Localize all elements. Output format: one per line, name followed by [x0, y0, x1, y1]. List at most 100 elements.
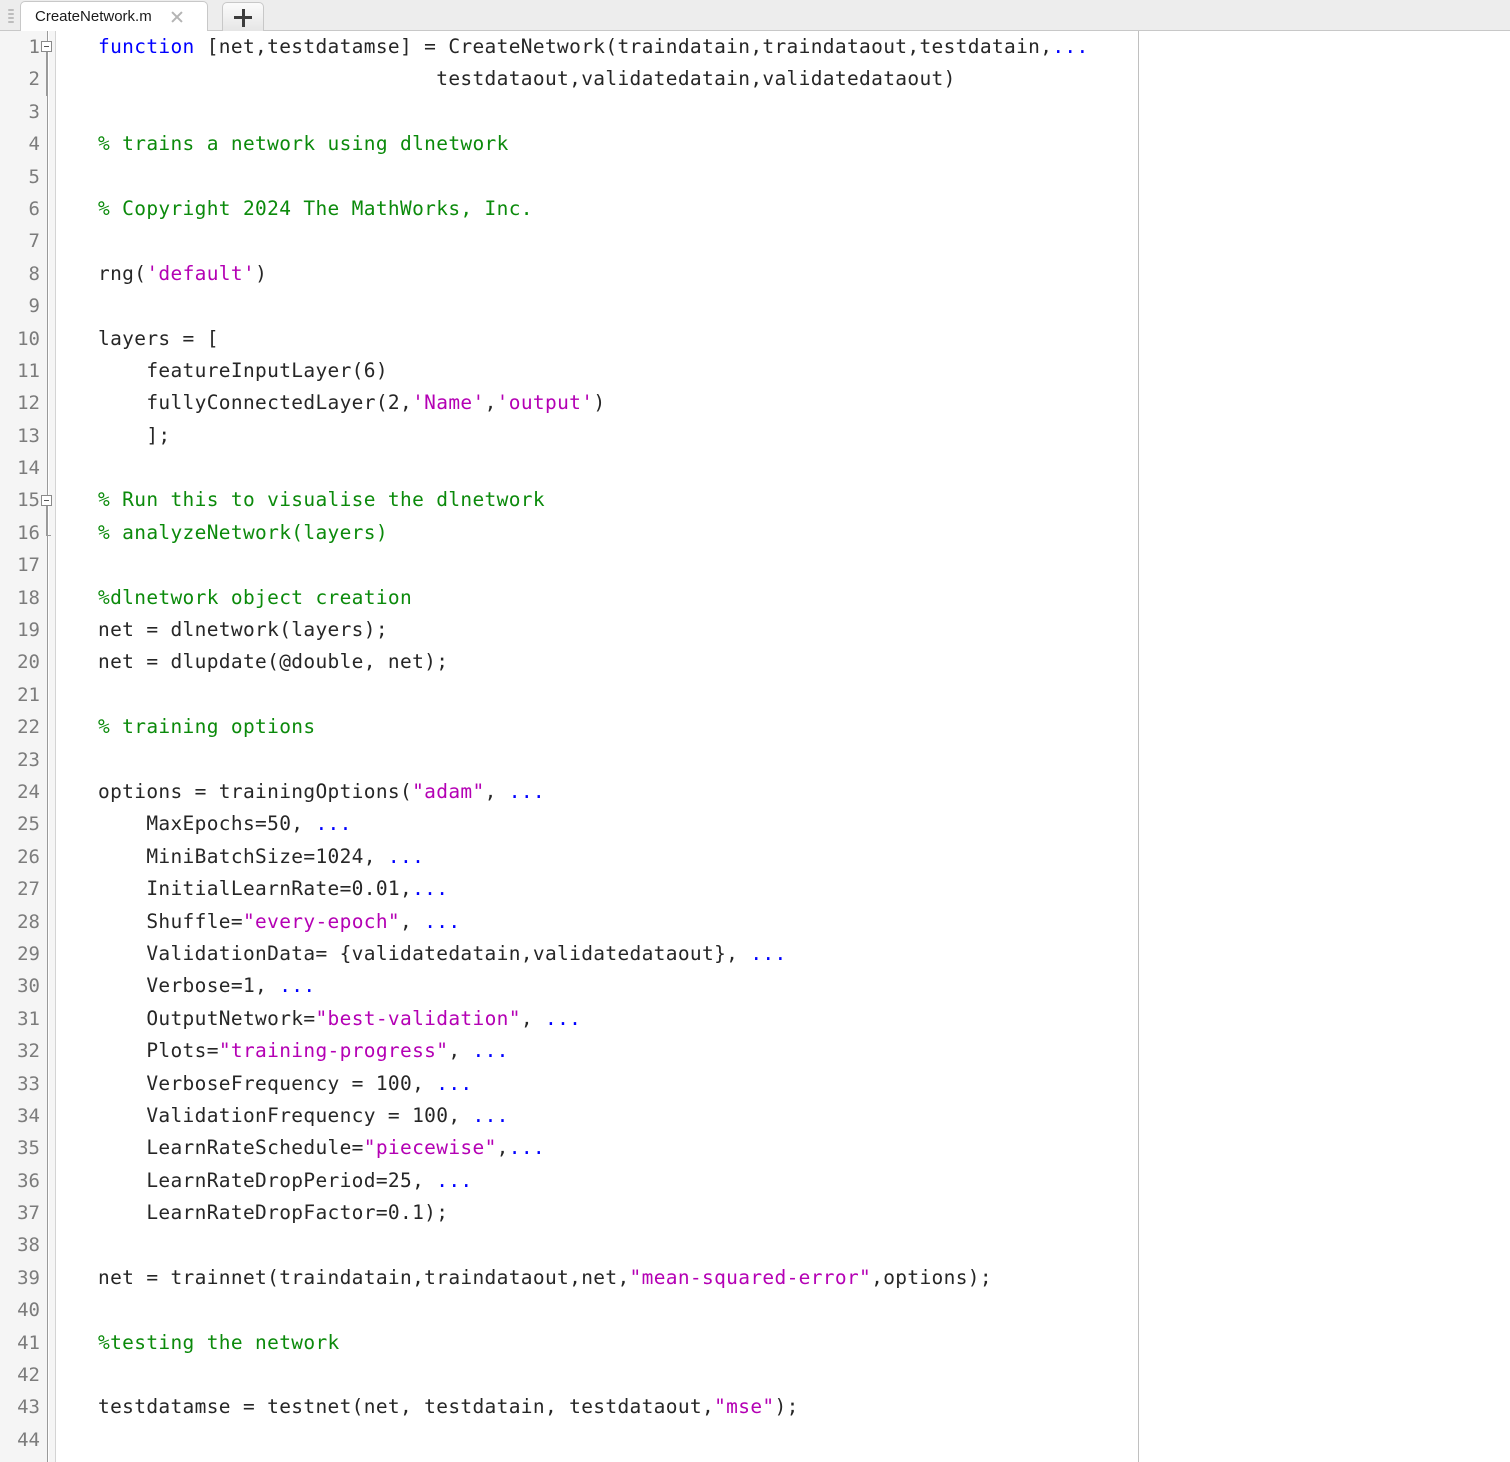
line-number: 8	[0, 258, 44, 290]
close-icon[interactable]	[168, 8, 186, 26]
line-number: 17	[0, 549, 44, 581]
line-number: 42	[0, 1359, 44, 1391]
code-line[interactable]: LearnRateDropPeriod=25, ...	[98, 1165, 1510, 1197]
editor-tab-bar: CreateNetwork.m	[0, 0, 1510, 31]
code-line[interactable]	[98, 1359, 1510, 1391]
line-number: 32	[0, 1035, 44, 1067]
code-token: ...	[509, 780, 545, 803]
line-number: 43	[0, 1391, 44, 1423]
code-line[interactable]: % trains a network using dlnetwork	[98, 128, 1510, 160]
code-token: "best-validation"	[315, 1007, 520, 1030]
code-token: ,options);	[871, 1266, 992, 1289]
code-token: ...	[388, 845, 424, 868]
code-line[interactable]: OutputNetwork="best-validation", ...	[98, 1003, 1510, 1035]
fold-toggle-icon[interactable]	[41, 41, 52, 52]
code-token: ,	[448, 1039, 472, 1062]
code-token: %dlnetwork object creation	[98, 586, 412, 609]
code-line[interactable]: Shuffle="every-epoch", ...	[98, 906, 1510, 938]
line-number: 13	[0, 420, 44, 452]
drag-grip-icon[interactable]	[6, 5, 16, 26]
code-text-area[interactable]: function [net,testdatamse] = CreateNetwo…	[56, 31, 1510, 1462]
code-token: fullyConnectedLayer(2,	[98, 391, 412, 414]
code-line[interactable]: testdatamse = testnet(net, testdatain, t…	[98, 1391, 1510, 1423]
code-line[interactable]: featureInputLayer(6)	[98, 355, 1510, 387]
code-token: options = trainingOptions(	[98, 780, 412, 803]
code-line[interactable]: % training options	[98, 711, 1510, 743]
line-number: 6	[0, 193, 44, 225]
line-number: 19	[0, 614, 44, 646]
code-line[interactable]: Verbose=1, ...	[98, 970, 1510, 1002]
code-line[interactable]	[98, 1229, 1510, 1261]
line-number: 18	[0, 582, 44, 614]
code-token: ...	[750, 942, 786, 965]
code-line[interactable]: %dlnetwork object creation	[98, 582, 1510, 614]
code-line[interactable]: % Copyright 2024 The MathWorks, Inc.	[98, 193, 1510, 225]
code-token: featureInputLayer(6)	[98, 359, 388, 382]
code-token: MiniBatchSize=1024,	[98, 845, 388, 868]
code-line[interactable]: ];	[98, 420, 1510, 452]
code-token: ValidationFrequency = 100,	[98, 1104, 472, 1127]
code-token: ...	[436, 1072, 472, 1095]
code-line[interactable]: ValidationFrequency = 100, ...	[98, 1100, 1510, 1132]
code-line[interactable]: LearnRateDropFactor=0.1);	[98, 1197, 1510, 1229]
code-line[interactable]: MaxEpochs=50, ...	[98, 808, 1510, 840]
code-token: 'default'	[146, 262, 255, 285]
line-number: 25	[0, 808, 44, 840]
code-token: );	[775, 1395, 799, 1418]
line-number: 38	[0, 1229, 44, 1261]
code-line[interactable]: Plots="training-progress", ...	[98, 1035, 1510, 1067]
code-line[interactable]: % Run this to visualise the dlnetwork	[98, 484, 1510, 516]
code-line[interactable]: % analyzeNetwork(layers)	[98, 517, 1510, 549]
code-line[interactable]	[98, 96, 1510, 128]
code-line[interactable]: testdataout,validatedatain,validatedatao…	[98, 63, 1510, 95]
code-line[interactable]	[98, 225, 1510, 257]
line-number: 28	[0, 906, 44, 938]
line-number: 9	[0, 290, 44, 322]
code-line[interactable]	[98, 161, 1510, 193]
code-token: rng(	[98, 262, 146, 285]
code-line[interactable]: ValidationData= {validatedatain,validate…	[98, 938, 1510, 970]
code-line[interactable]: net = dlupdate(@double, net);	[98, 646, 1510, 678]
code-line[interactable]: function [net,testdatamse] = CreateNetwo…	[98, 31, 1510, 63]
line-number: 36	[0, 1165, 44, 1197]
code-token: ];	[98, 424, 170, 447]
code-line[interactable]: %testing the network	[98, 1327, 1510, 1359]
line-number: 40	[0, 1294, 44, 1326]
code-line[interactable]	[98, 744, 1510, 776]
code-token: ...	[279, 974, 315, 997]
code-line[interactable]: net = trainnet(traindatain,traindataout,…	[98, 1262, 1510, 1294]
code-token: % training options	[98, 715, 315, 738]
code-token: Shuffle=	[98, 910, 243, 933]
code-line[interactable]: net = dlnetwork(layers);	[98, 614, 1510, 646]
code-line[interactable]: fullyConnectedLayer(2,'Name','output')	[98, 387, 1510, 419]
code-token: LearnRateSchedule=	[98, 1136, 364, 1159]
code-line[interactable]	[98, 1294, 1510, 1326]
code-token: % analyzeNetwork(layers)	[98, 521, 388, 544]
code-token: )	[593, 391, 605, 414]
code-line[interactable]: InitialLearnRate=0.01,...	[98, 873, 1510, 905]
code-token: ,	[485, 780, 509, 803]
code-line[interactable]: layers = [	[98, 323, 1510, 355]
code-editor[interactable]: 1234567891011121314151617181920212223242…	[0, 31, 1510, 1462]
code-line[interactable]	[98, 1424, 1510, 1456]
code-line[interactable]	[98, 290, 1510, 322]
code-token: Verbose=1,	[98, 974, 279, 997]
code-line[interactable]	[98, 679, 1510, 711]
code-token: ValidationData= {validatedatain,validate…	[98, 942, 750, 965]
line-number: 2	[0, 63, 44, 95]
plus-icon[interactable]	[222, 2, 264, 31]
code-line[interactable]: VerboseFrequency = 100, ...	[98, 1068, 1510, 1100]
code-token: ,	[521, 1007, 545, 1030]
code-token: InitialLearnRate=0.01,	[98, 877, 412, 900]
line-number: 31	[0, 1003, 44, 1035]
code-line[interactable]: options = trainingOptions("adam", ...	[98, 776, 1510, 808]
code-line[interactable]: LearnRateSchedule="piecewise",...	[98, 1132, 1510, 1164]
code-line[interactable]	[98, 452, 1510, 484]
fold-toggle-icon[interactable]	[41, 495, 52, 506]
code-line[interactable]: MiniBatchSize=1024, ...	[98, 841, 1510, 873]
code-token: "training-progress"	[219, 1039, 449, 1062]
code-line[interactable]	[98, 549, 1510, 581]
code-line[interactable]: rng('default')	[98, 258, 1510, 290]
line-number: 3	[0, 96, 44, 128]
editor-tab-createnetwork[interactable]: CreateNetwork.m	[20, 1, 208, 31]
